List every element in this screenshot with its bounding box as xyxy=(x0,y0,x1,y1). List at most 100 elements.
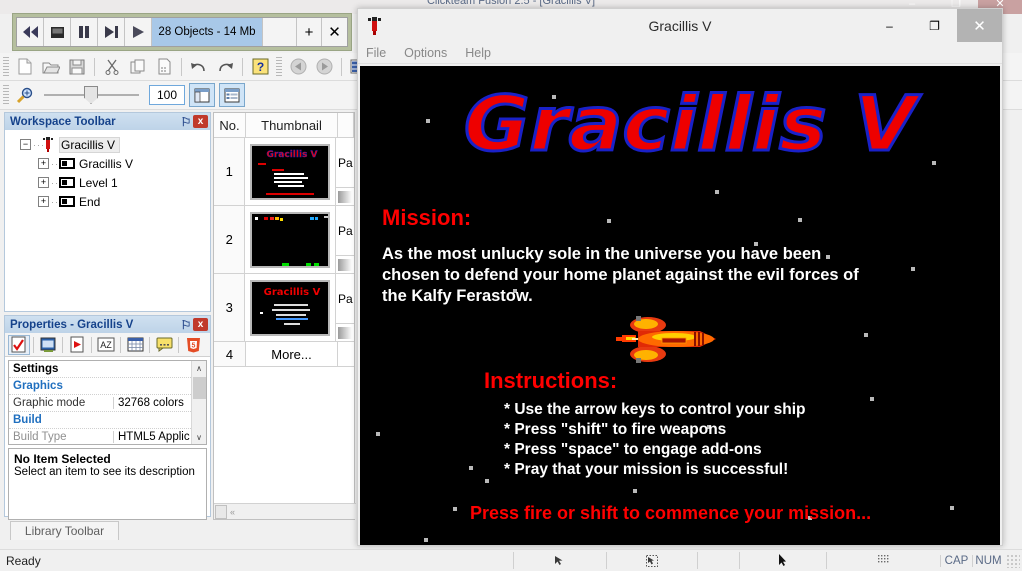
star xyxy=(485,479,489,483)
open-button[interactable] xyxy=(38,55,64,79)
toolbar-grip[interactable] xyxy=(3,85,9,105)
game-logo-text: Gracillis V xyxy=(464,82,921,166)
properties-row-build[interactable]: Build xyxy=(9,412,191,429)
game-canvas[interactable]: Gracillis V Mission: As the most unlucky… xyxy=(360,66,1000,545)
help-button[interactable]: ? xyxy=(247,55,273,79)
new-button[interactable] xyxy=(12,55,38,79)
play-icon xyxy=(133,26,144,38)
menu-options[interactable]: Options xyxy=(404,46,447,60)
zoom-button[interactable] xyxy=(12,83,38,107)
copy-button[interactable] xyxy=(125,55,151,79)
properties-row-graphic-mode[interactable]: Graphic mode 32768 colors xyxy=(9,395,191,412)
play-button[interactable] xyxy=(125,18,152,46)
toolbar-grip[interactable] xyxy=(3,56,9,77)
properties-row-settings: Settings xyxy=(9,361,191,378)
cut-button[interactable] xyxy=(99,55,125,79)
pin-icon[interactable]: ⚐ xyxy=(179,115,193,129)
game-minimize-button[interactable]: – xyxy=(867,9,912,42)
star xyxy=(426,119,430,123)
tab-separator xyxy=(178,336,179,353)
scroll-up-icon[interactable]: ∧ xyxy=(192,361,206,375)
row-thumbnail[interactable]: Gracillis V xyxy=(245,274,336,341)
expander-icon[interactable]: − xyxy=(20,139,31,150)
stop-button[interactable] xyxy=(44,18,71,46)
table-row[interactable]: 3 Gracillis V Pa xyxy=(214,274,354,342)
paste-icon xyxy=(158,58,170,75)
game-maximize-button[interactable]: ❐ xyxy=(912,9,957,42)
star xyxy=(376,432,380,436)
values-tab[interactable]: AZ xyxy=(95,335,117,355)
undo-arrow-icon xyxy=(191,62,205,71)
properties-row-graphics[interactable]: Graphics xyxy=(9,378,191,395)
row-thumbnail[interactable] xyxy=(245,206,336,273)
grid-icon xyxy=(877,555,888,563)
properties-row-value[interactable]: 32768 colors xyxy=(113,397,191,409)
close-icon[interactable]: x xyxy=(193,115,208,128)
hscroll-thumb[interactable] xyxy=(215,504,227,519)
zoom-slider[interactable] xyxy=(44,85,139,105)
table-row-more[interactable]: 4 More... xyxy=(214,342,354,367)
tree-node-application[interactable]: − ··· Gracillis V xyxy=(8,135,207,154)
properties-scrollbar[interactable]: ∧ ∨ xyxy=(191,361,206,444)
tree-node-frame-gracillis[interactable]: + ·· Gracillis V xyxy=(8,154,207,173)
game-window: Gracillis V – ❐ ✕ File Options Help Grac… xyxy=(357,8,1003,546)
storyboard-hscrollbar[interactable]: « xyxy=(214,503,356,519)
restart-button[interactable] xyxy=(17,18,44,46)
toolbar-grip[interactable] xyxy=(276,56,282,77)
tree-node-frame-end[interactable]: + ·· End xyxy=(8,192,207,211)
scrollbar-thumb[interactable] xyxy=(193,377,206,399)
workspace-panel-title: Workspace Toolbar xyxy=(10,115,116,128)
mission-line-3: the Kalfy Ferastow. xyxy=(382,287,533,305)
status-cell-blank xyxy=(696,552,739,569)
frame-view-icon xyxy=(194,88,210,102)
pause-button[interactable] xyxy=(71,18,98,46)
window-tab[interactable] xyxy=(37,335,59,355)
add-button[interactable]: + xyxy=(297,18,322,46)
library-toolbar-tab[interactable]: Library Toolbar xyxy=(10,521,119,540)
expander-icon[interactable]: + xyxy=(38,196,49,207)
about-tab[interactable] xyxy=(153,335,175,355)
properties-row-build-type[interactable]: Build Type HTML5 Applic xyxy=(9,429,191,444)
undo-button[interactable] xyxy=(186,55,212,79)
back-button[interactable] xyxy=(285,55,311,79)
more-button[interactable]: More... xyxy=(246,342,338,366)
event-list-view-toggle[interactable] xyxy=(219,83,245,107)
pin-icon[interactable]: ⚐ xyxy=(179,318,193,332)
workspace-panel: Workspace Toolbar ⚐ x − ··· Gracillis V xyxy=(4,112,211,312)
expander-icon[interactable]: + xyxy=(38,177,49,188)
paste-button[interactable] xyxy=(151,55,177,79)
close-icon[interactable]: x xyxy=(193,318,208,331)
scroll-down-icon[interactable]: ∨ xyxy=(192,430,206,444)
hscroll-left-arrow-icon[interactable]: « xyxy=(230,507,235,517)
properties-row-value[interactable]: HTML5 Applic xyxy=(113,431,191,443)
tree-node-frame-level1[interactable]: + ·· Level 1 xyxy=(8,173,207,192)
game-close-button[interactable]: ✕ xyxy=(957,9,1002,42)
forward-button[interactable] xyxy=(311,55,337,79)
table-row[interactable]: 2 Pa xyxy=(214,206,354,274)
settings-tab[interactable] xyxy=(8,334,30,355)
menu-file[interactable]: File xyxy=(366,46,386,60)
redo-button[interactable] xyxy=(212,55,238,79)
html5-icon: 5 xyxy=(186,337,200,352)
step-icon xyxy=(104,26,118,38)
frame-view-toggle[interactable] xyxy=(189,83,215,107)
arrow-nw-icon xyxy=(555,556,563,565)
step-button[interactable] xyxy=(98,18,125,46)
zoom-value-input[interactable]: 100 xyxy=(149,85,185,105)
menu-help[interactable]: Help xyxy=(465,46,491,60)
table-row[interactable]: 1 Gracillis V Pa xyxy=(214,138,354,206)
title-frame-thumbnail: Gracillis V xyxy=(250,143,331,200)
tab-separator xyxy=(120,336,121,353)
row-thumbnail[interactable]: Gracillis V xyxy=(245,138,336,205)
pause-icon xyxy=(79,26,89,38)
html5-tab[interactable]: 5 xyxy=(182,335,204,355)
playbar-close-button[interactable]: ✕ xyxy=(322,18,347,46)
save-button[interactable] xyxy=(64,55,90,79)
resize-grip[interactable] xyxy=(1006,553,1020,568)
table-tab[interactable] xyxy=(124,335,146,355)
star xyxy=(950,506,954,510)
expander-icon[interactable]: + xyxy=(38,158,49,169)
runtime-tab[interactable] xyxy=(66,335,88,355)
zoom-slider-thumb[interactable] xyxy=(84,86,98,104)
game-window-titlebar[interactable]: Gracillis V – ❐ ✕ xyxy=(358,9,1002,42)
